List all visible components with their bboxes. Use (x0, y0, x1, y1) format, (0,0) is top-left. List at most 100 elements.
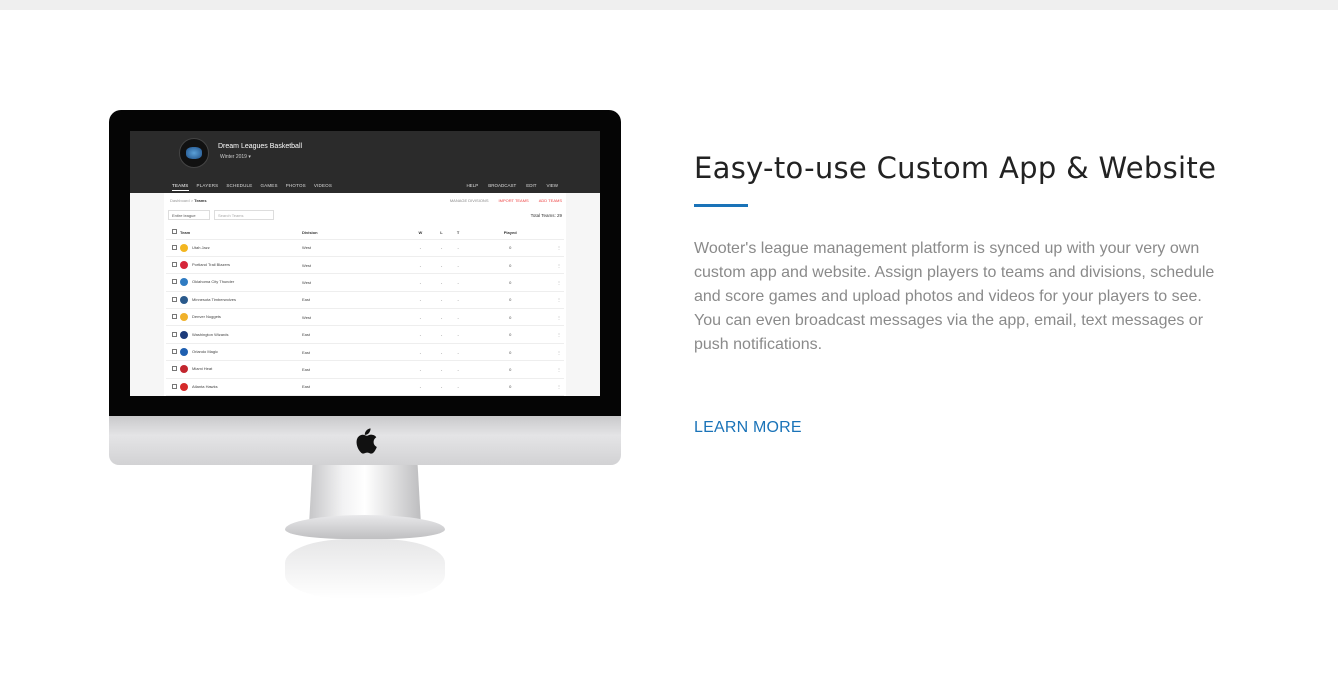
broadcast-link[interactable]: BROADCAST (488, 183, 516, 188)
team-name[interactable]: Oklahoma City Thunder (192, 280, 234, 285)
ties-cell: - (449, 239, 467, 257)
col-l[interactable]: L (433, 226, 450, 240)
row-menu-icon[interactable]: ⋮ (554, 273, 564, 292)
row-checkbox[interactable] (172, 244, 177, 250)
row-menu-icon[interactable]: ⋮ (554, 256, 564, 275)
tab-videos[interactable]: VIDEOS (314, 183, 332, 191)
division-cell: West (302, 256, 408, 275)
team-name[interactable]: Denver Nuggets (192, 314, 221, 319)
row-checkbox-cell[interactable] (166, 308, 180, 327)
row-checkbox[interactable] (172, 279, 177, 285)
played-cell: 0 (466, 256, 554, 275)
row-checkbox[interactable] (172, 366, 177, 372)
team-logo-icon (180, 365, 188, 374)
teams-panel: Dashboard > Teams MANAGE DIVISIONS IMPOR… (164, 193, 566, 396)
row-checkbox-cell[interactable] (166, 378, 180, 396)
row-menu-icon[interactable]: ⋮ (554, 378, 564, 396)
row-menu-icon[interactable]: ⋮ (554, 308, 564, 327)
division-cell: East (302, 291, 408, 310)
col-team[interactable]: Team (180, 226, 302, 240)
row-checkbox[interactable] (172, 314, 177, 320)
view-link[interactable]: VIEW (546, 183, 558, 188)
team-name[interactable]: Utah Jazz (192, 245, 210, 250)
tab-photos[interactable]: PHOTOS (286, 183, 306, 191)
played-cell: 0 (466, 325, 554, 344)
losses-cell: - (433, 291, 450, 310)
col-t[interactable]: T (449, 226, 467, 240)
season-selector[interactable]: Winter 2019 ▾ (220, 154, 251, 160)
edit-link[interactable]: EDIT (526, 183, 536, 188)
league-filter-select[interactable]: Entire league (168, 210, 210, 220)
row-menu-icon[interactable]: ⋮ (554, 343, 564, 362)
team-name[interactable]: Atlanta Hawks (192, 384, 218, 389)
help-link[interactable]: HELP (466, 183, 478, 188)
division-cell: West (302, 308, 408, 327)
import-teams-button[interactable]: IMPORT TEAMS (499, 198, 529, 203)
row-checkbox-cell[interactable] (166, 256, 180, 275)
team-cell: Oklahoma City Thunder (180, 273, 302, 292)
team-cell: Minnesota Timberwolves (180, 291, 302, 310)
section-body: Wooter's league management platform is s… (694, 240, 1215, 353)
select-all-cell[interactable] (166, 226, 180, 240)
row-checkbox-cell[interactable] (166, 291, 180, 310)
add-teams-button[interactable]: ADD TEAMS (539, 198, 562, 203)
wins-cell: - (407, 343, 434, 362)
col-played[interactable]: Played (466, 226, 554, 240)
col-w[interactable]: W (407, 226, 434, 240)
tab-games[interactable]: GAMES (260, 183, 277, 191)
table-row[interactable]: Washington Wizards East - - -0 ⋮ (166, 325, 564, 344)
row-checkbox-cell[interactable] (166, 273, 180, 292)
row-checkbox[interactable] (172, 262, 177, 268)
learn-more-link[interactable]: LEARN MORE (694, 419, 802, 437)
table-row[interactable]: Miami Heat East - - -0 ⋮ (166, 360, 564, 379)
ties-cell: - (449, 378, 467, 396)
table-row[interactable]: Oklahoma City Thunder West - - -0 ⋮ (166, 273, 564, 292)
tab-players[interactable]: PLAYERS (197, 183, 219, 191)
app-nav-tabs: TEAMS PLAYERS SCHEDULE GAMES PHOTOS VIDE… (172, 183, 332, 191)
breadcrumb-parent[interactable]: Dashboard (170, 198, 190, 203)
table-row[interactable]: Orlando Magic East - - -0 ⋮ (166, 343, 564, 362)
tab-teams[interactable]: TEAMS (172, 183, 189, 191)
tab-schedule[interactable]: SCHEDULE (226, 183, 252, 191)
team-name[interactable]: Portland Trail Blazers (192, 262, 230, 267)
row-checkbox-cell[interactable] (166, 360, 180, 379)
row-checkbox-cell[interactable] (166, 239, 180, 257)
table-row[interactable]: Denver Nuggets West - - -0 ⋮ (166, 308, 564, 327)
row-checkbox[interactable] (172, 383, 177, 389)
team-cell: Orlando Magic (180, 343, 302, 362)
search-teams-input[interactable]: Search Teams (214, 210, 274, 220)
row-checkbox[interactable] (172, 296, 177, 302)
section-headline: Easy-to-use Custom App & Website (694, 151, 1217, 185)
played-cell: 0 (466, 360, 554, 379)
manage-divisions-button[interactable]: MANAGE DIVISIONS (450, 198, 489, 203)
wings-icon (186, 147, 202, 159)
team-name[interactable]: Minnesota Timberwolves (192, 297, 236, 302)
row-checkbox-cell[interactable] (166, 343, 180, 362)
row-checkbox-cell[interactable] (166, 325, 180, 344)
table-row[interactable]: Minnesota Timberwolves East - - -0 ⋮ (166, 291, 564, 310)
row-menu-icon[interactable]: ⋮ (554, 325, 564, 344)
row-menu-icon[interactable]: ⋮ (554, 239, 564, 257)
team-cell: Denver Nuggets (180, 308, 302, 327)
table-row[interactable]: Atlanta Hawks East - - -0 ⋮ (166, 378, 564, 396)
select-all-checkbox[interactable] (172, 229, 177, 235)
top-bar (0, 0, 1338, 10)
team-name[interactable]: Orlando Magic (192, 349, 218, 354)
team-cell: Miami Heat (180, 360, 302, 379)
row-checkbox[interactable] (172, 349, 177, 355)
row-checkbox[interactable] (172, 331, 177, 337)
col-division[interactable]: Division (302, 226, 408, 240)
table-row[interactable]: Portland Trail Blazers West - - -0 ⋮ (166, 256, 564, 275)
played-cell: 0 (466, 273, 554, 292)
league-name: Dream Leagues Basketball (218, 143, 303, 150)
wins-cell: - (407, 273, 434, 292)
team-name[interactable]: Miami Heat (192, 366, 212, 371)
division-cell: East (302, 343, 408, 362)
team-name[interactable]: Washington Wizards (192, 332, 229, 337)
imac-reflection (285, 539, 445, 599)
row-menu-icon[interactable]: ⋮ (554, 291, 564, 310)
row-menu-icon[interactable]: ⋮ (554, 360, 564, 379)
table-row[interactable]: Utah Jazz West - - -0 ⋮ (166, 239, 564, 257)
teams-table-body: Utah Jazz West - - -0 ⋮ Portland Trail Blazers… (166, 239, 564, 396)
wins-cell: - (407, 378, 434, 396)
